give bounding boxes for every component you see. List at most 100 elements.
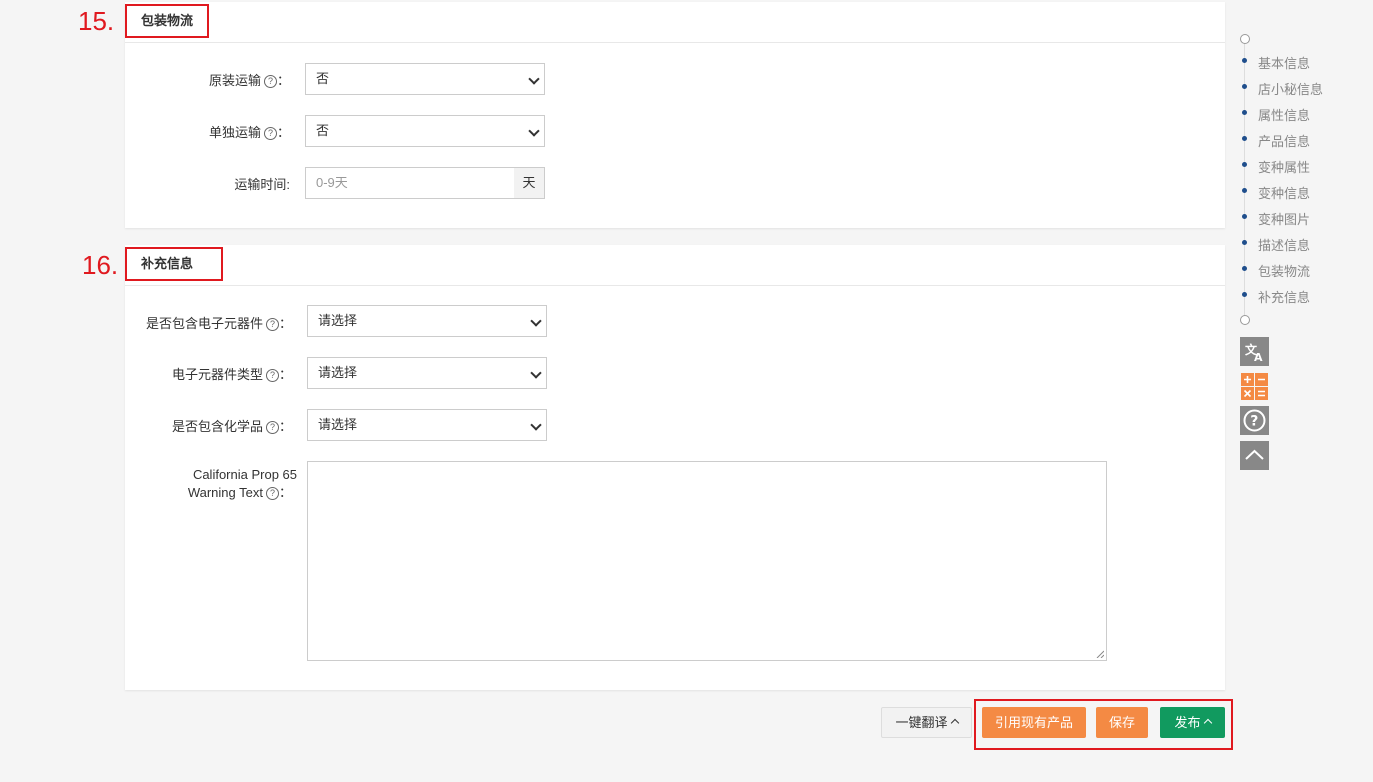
separate-shipping-label: 单独运输?： — [125, 122, 290, 141]
bullet-icon — [1242, 110, 1247, 115]
help-icon[interactable]: ? — [263, 75, 277, 88]
packaging-panel: 包装物流 原装运输?： 否 单独运输?： 否 运输时间: 0-9天 天 — [125, 2, 1225, 228]
svg-text:A: A — [1254, 351, 1263, 364]
colon: ： — [278, 485, 292, 500]
colon: ： — [276, 125, 290, 140]
transit-time-input[interactable]: 0-9天 — [305, 167, 515, 199]
component-type-value: 请选择 — [318, 365, 358, 380]
nav-item-supplement[interactable]: 补充信息 — [1240, 282, 1350, 308]
publish-label: 发布 — [1174, 715, 1201, 730]
nav-item-label: 描述信息 — [1258, 238, 1311, 253]
separate-shipping-value: 否 — [316, 123, 330, 138]
nav-item-label: 变种属性 — [1258, 160, 1311, 175]
colon: ： — [278, 316, 292, 331]
chevron-down-icon — [530, 315, 542, 327]
nav-item-attributes[interactable]: 属性信息 — [1240, 100, 1350, 126]
transit-time-label: 运输时间: — [234, 177, 290, 192]
nav-item-label: 属性信息 — [1258, 108, 1311, 123]
help-icon[interactable]: ? — [265, 421, 279, 434]
chevron-down-icon — [528, 73, 540, 85]
bullet-icon — [1242, 292, 1247, 297]
question-circle-glyph: ? — [1243, 409, 1266, 432]
electronic-components-value: 请选择 — [318, 313, 358, 328]
bullet-icon — [1242, 188, 1247, 193]
nav-item-product[interactable]: 产品信息 — [1240, 126, 1350, 152]
separate-shipping-text: 单独运输 — [208, 125, 261, 140]
chevron-down-icon — [530, 419, 542, 431]
save-button[interactable]: 保存 — [1096, 707, 1148, 738]
supplement-title: 补充信息 — [125, 247, 223, 281]
nav-item-label: 基本信息 — [1258, 56, 1311, 71]
nav-item-label: 产品信息 — [1258, 134, 1311, 149]
supplement-panel: 补充信息 是否包含电子元器件?： 请选择 电子元器件类型?： 请选择 是否包含化… — [125, 245, 1225, 690]
nav-item-variant-info[interactable]: 变种信息 — [1240, 178, 1350, 204]
nav-item-label: 变种信息 — [1258, 186, 1311, 201]
chemicals-label: 是否包含化学品?： — [125, 416, 292, 435]
colon: ： — [278, 367, 292, 382]
original-shipping-select[interactable]: 否 — [305, 63, 545, 95]
separate-shipping-select[interactable]: 否 — [305, 115, 545, 147]
publish-button[interactable]: 发布 — [1160, 707, 1225, 738]
transit-time-unit: 天 — [514, 167, 545, 199]
one-click-translate-button[interactable]: 一键翻译 — [881, 707, 972, 738]
nav-start-circle-icon — [1240, 34, 1250, 44]
electronic-components-text: 是否包含电子元器件 — [145, 316, 263, 331]
prop65-label: California Prop 65 Warning Text?： — [125, 466, 297, 502]
bullet-icon — [1242, 214, 1247, 219]
original-shipping-text: 原装运输 — [208, 73, 261, 88]
electronic-components-label: 是否包含电子元器件?： — [125, 313, 292, 332]
component-type-select[interactable]: 请选择 — [307, 357, 547, 389]
bullet-icon — [1242, 266, 1247, 271]
nav-item-packaging[interactable]: 包装物流 — [1240, 256, 1350, 282]
bullet-icon — [1242, 162, 1247, 167]
component-type-label: 电子元器件类型?： — [125, 364, 292, 383]
nav-item-description[interactable]: 描述信息 — [1240, 230, 1350, 256]
prop65-label-line2: Warning Text — [187, 485, 263, 500]
nav-item-label: 包装物流 — [1258, 264, 1311, 279]
help-icon[interactable]: ? — [265, 318, 279, 331]
step-15-annotation: 15. — [78, 6, 115, 36]
back-to-top-icon[interactable] — [1240, 441, 1269, 470]
chevron-up-icon — [950, 718, 959, 728]
chemicals-select[interactable]: 请选择 — [307, 409, 547, 441]
original-shipping-label: 原装运输?： — [125, 70, 290, 89]
chemicals-text: 是否包含化学品 — [171, 419, 263, 434]
nav-item-variant-images[interactable]: 变种图片 — [1240, 204, 1350, 230]
chevron-up-icon — [1203, 718, 1212, 728]
resize-grip-icon[interactable] — [1096, 650, 1104, 658]
packaging-header: 包装物流 — [125, 2, 1225, 43]
nav-item-variant-attributes[interactable]: 变种属性 — [1240, 152, 1350, 178]
original-shipping-value: 否 — [316, 71, 330, 86]
chemicals-value: 请选择 — [318, 417, 358, 432]
nav-item-dxm[interactable]: 店小秘信息 — [1240, 74, 1350, 100]
chevron-up-icon — [1245, 449, 1264, 460]
step-16-annotation: 16. — [82, 250, 119, 280]
component-type-text: 电子元器件类型 — [171, 367, 263, 382]
help-icon[interactable]: ? — [265, 487, 279, 500]
help-icon[interactable]: ? — [1240, 406, 1269, 435]
supplement-header: 补充信息 — [125, 245, 1225, 286]
translate-glyph: 文 A — [1245, 342, 1263, 364]
bullet-icon — [1242, 240, 1247, 245]
nav-item-basic[interactable]: 基本信息 — [1240, 48, 1350, 74]
prop65-label-line2-row: Warning Text?： — [125, 484, 297, 502]
nav-item-label: 变种图片 — [1258, 212, 1311, 227]
one-click-translate-label: 一键翻译 — [895, 715, 948, 730]
bullet-icon — [1242, 136, 1247, 141]
bullet-icon — [1242, 84, 1247, 89]
calculator-glyph — [1241, 373, 1268, 400]
reference-product-button[interactable]: 引用现有产品 — [982, 707, 1086, 738]
nav-item-label: 店小秘信息 — [1258, 82, 1324, 97]
prop65-textarea[interactable] — [307, 461, 1107, 661]
bullet-icon — [1242, 58, 1247, 63]
electronic-components-select[interactable]: 请选择 — [307, 305, 547, 337]
packaging-title: 包装物流 — [125, 4, 210, 38]
nav-end-circle-icon — [1240, 315, 1250, 325]
colon: ： — [276, 73, 290, 88]
calculator-icon[interactable] — [1240, 372, 1269, 401]
help-icon[interactable]: ? — [265, 369, 279, 382]
chevron-down-icon — [530, 367, 542, 379]
translate-icon[interactable]: 文 A — [1240, 337, 1269, 366]
svg-text:?: ? — [1250, 414, 1258, 430]
help-icon[interactable]: ? — [263, 127, 277, 140]
